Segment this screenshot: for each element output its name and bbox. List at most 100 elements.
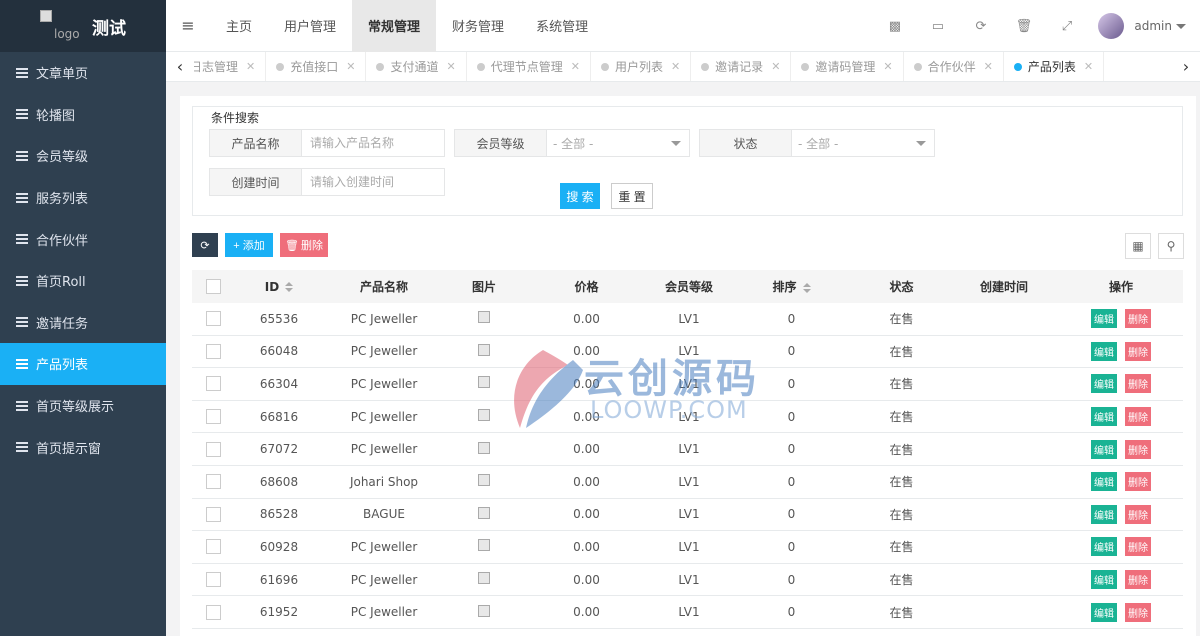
close-icon[interactable]: ✕ [571, 60, 580, 73]
edit-button[interactable]: 编辑 [1091, 309, 1117, 329]
close-icon[interactable]: ✕ [984, 60, 993, 73]
product-name-input[interactable] [302, 130, 444, 156]
username[interactable]: admin [1134, 19, 1172, 33]
close-icon[interactable]: ✕ [246, 60, 255, 73]
delete-row-button[interactable]: 删除 [1125, 602, 1151, 622]
page-tab[interactable]: 邀请记录 ✕ [691, 52, 792, 81]
row-checkbox[interactable] [205, 311, 221, 327]
row-checkbox[interactable] [205, 539, 221, 555]
delete-row-button[interactable]: 删除 [1125, 439, 1151, 459]
avatar[interactable] [1098, 13, 1125, 39]
page-tab[interactable]: 日志管理 ✕ [194, 52, 267, 81]
row-checkbox[interactable] [205, 376, 221, 392]
sidebar-item[interactable]: 文章单页 [0, 52, 166, 94]
edit-button[interactable]: 编辑 [1091, 602, 1117, 622]
close-icon[interactable]: ✕ [883, 60, 892, 73]
fullscreen-icon[interactable]: ⤢ [1045, 0, 1088, 52]
col-sort[interactable]: 排序 [729, 278, 854, 295]
sidebar-item[interactable]: 服务列表 [0, 177, 166, 219]
created-time-input[interactable] [302, 169, 444, 195]
sidebar-item[interactable]: 会员等级 [0, 135, 166, 177]
sidebar-item[interactable]: 首页Roll [0, 260, 166, 302]
edit-button[interactable]: 编辑 [1091, 439, 1117, 459]
table-row[interactable]: 60928 PC Jeweller 0.00 LV1 0 在售 编辑 删除 [192, 531, 1183, 564]
edit-button[interactable]: 编辑 [1091, 537, 1117, 557]
sidebar-item[interactable]: 首页等级展示 [0, 385, 166, 427]
top-menu-item[interactable]: 主页 [210, 0, 268, 52]
sidebar-item[interactable]: 邀请任务 [0, 302, 166, 344]
table-row[interactable]: 66304 PC Jeweller 0.00 LV1 0 在售 编辑 删除 [192, 368, 1183, 401]
sidebar-item[interactable]: 产品列表 [0, 343, 166, 385]
table-row[interactable]: 65536 PC Jeweller 0.00 LV1 0 在售 编辑 删除 [192, 303, 1183, 336]
edit-button[interactable]: 编辑 [1091, 472, 1117, 492]
reset-button[interactable]: 重 置 [611, 183, 653, 209]
menu-toggle-icon[interactable]: ≡ [166, 0, 210, 52]
close-icon[interactable]: ✕ [771, 60, 780, 73]
table-row[interactable]: 61696 PC Jeweller 0.00 LV1 0 在售 编辑 删除 [192, 564, 1183, 597]
delete-button[interactable]: 🗑 删除 [280, 233, 328, 257]
row-checkbox[interactable] [205, 441, 221, 457]
top-menu-item[interactable]: 系统管理 [520, 0, 604, 52]
sidebar-item[interactable]: 轮播图 [0, 94, 166, 136]
col-id[interactable]: ID [234, 280, 324, 294]
card-icon[interactable]: ▭ [916, 0, 959, 52]
columns-toggle-button[interactable]: ▦ [1125, 233, 1151, 259]
close-icon[interactable]: ✕ [446, 60, 455, 73]
edit-button[interactable]: 编辑 [1091, 504, 1117, 524]
member-level-select[interactable]: - 全部 - [547, 130, 689, 156]
add-button[interactable]: + 添加 [225, 233, 273, 257]
select-all-checkbox[interactable] [205, 279, 221, 294]
tab-scroll-left-icon[interactable]: ‹ [166, 52, 194, 81]
delete-row-button[interactable]: 删除 [1125, 472, 1151, 492]
row-checkbox[interactable] [205, 409, 221, 425]
close-icon[interactable]: ✕ [346, 60, 355, 73]
trash-icon[interactable]: 🗑 [1002, 0, 1045, 52]
page-tab[interactable]: 代理节点管理 ✕ [467, 52, 591, 81]
row-checkbox[interactable] [205, 474, 221, 490]
page-tab[interactable]: 用户列表 ✕ [591, 52, 692, 81]
chart-icon[interactable]: ▩ [873, 0, 916, 52]
table-row[interactable]: 66816 PC Jeweller 0.00 LV1 0 在售 编辑 删除 [192, 401, 1183, 434]
sidebar-item-label: 服务列表 [36, 192, 89, 208]
refresh-button[interactable]: ⟳ [192, 233, 218, 257]
status-select[interactable]: - 全部 - [792, 130, 934, 156]
tab-scroll-right-icon[interactable]: › [1172, 52, 1200, 81]
close-icon[interactable]: ✕ [671, 60, 680, 73]
page-tab[interactable]: 产品列表 ✕ [1004, 52, 1105, 81]
table-row[interactable]: 66048 PC Jeweller 0.00 LV1 0 在售 编辑 删除 [192, 336, 1183, 369]
top-menu-item[interactable]: 常规管理 [352, 0, 437, 52]
sidebar-item[interactable]: 合作伙伴 [0, 218, 166, 260]
chevron-down-icon[interactable] [1176, 23, 1186, 29]
table-row[interactable]: 86528 BAGUE 0.00 LV1 0 在售 编辑 删除 [192, 499, 1183, 532]
edit-button[interactable]: 编辑 [1091, 570, 1117, 590]
edit-button[interactable]: 编辑 [1091, 374, 1117, 394]
page-tab[interactable]: 充值接口 ✕ [266, 52, 367, 81]
page-tab[interactable]: 支付通道 ✕ [366, 52, 467, 81]
edit-button[interactable]: 编辑 [1091, 407, 1117, 427]
search-toggle-button[interactable]: ⚲ [1158, 233, 1184, 259]
edit-button[interactable]: 编辑 [1091, 341, 1117, 361]
row-checkbox[interactable] [205, 572, 221, 588]
delete-row-button[interactable]: 删除 [1125, 407, 1151, 427]
top-menu-item[interactable]: 用户管理 [268, 0, 352, 52]
row-checkbox[interactable] [205, 343, 221, 359]
page-tab[interactable]: 邀请码管理 ✕ [791, 52, 904, 81]
delete-row-button[interactable]: 删除 [1125, 504, 1151, 524]
cell-name: PC Jeweller [350, 409, 418, 424]
row-checkbox[interactable] [205, 506, 221, 522]
sidebar-item[interactable]: 首页提示窗 [0, 426, 166, 468]
table-row[interactable]: 67072 PC Jeweller 0.00 LV1 0 在售 编辑 删除 [192, 433, 1183, 466]
row-checkbox[interactable] [205, 604, 221, 620]
top-menu-item[interactable]: 财务管理 [436, 0, 520, 52]
table-row[interactable]: 61952 PC Jeweller 0.00 LV1 0 在售 编辑 删除 [192, 596, 1183, 629]
delete-row-button[interactable]: 删除 [1125, 341, 1151, 361]
search-button[interactable]: 搜 索 [560, 183, 600, 209]
delete-row-button[interactable]: 删除 [1125, 374, 1151, 394]
delete-row-button[interactable]: 删除 [1125, 570, 1151, 590]
close-icon[interactable]: ✕ [1084, 60, 1093, 73]
table-row[interactable]: 68608 Johari Shop 0.00 LV1 0 在售 编辑 删除 [192, 466, 1183, 499]
refresh-icon[interactable]: ⟳ [959, 0, 1002, 52]
delete-row-button[interactable]: 删除 [1125, 309, 1151, 329]
delete-row-button[interactable]: 删除 [1125, 537, 1151, 557]
page-tab[interactable]: 合作伙伴 ✕ [904, 52, 1004, 81]
